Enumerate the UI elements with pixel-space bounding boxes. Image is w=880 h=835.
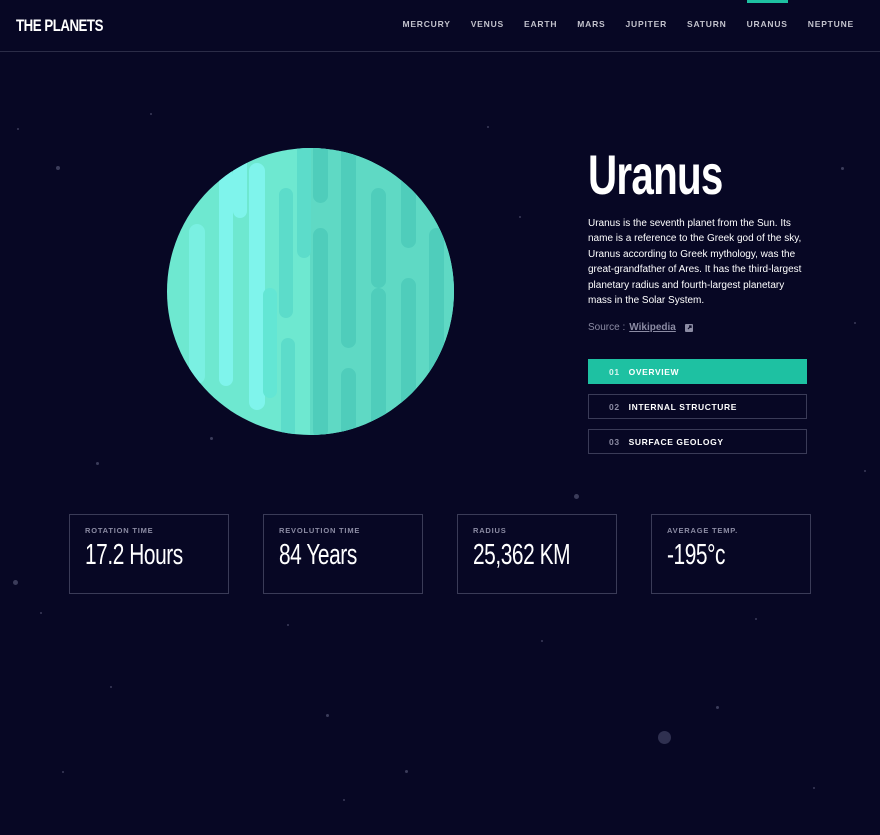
star	[210, 437, 213, 440]
star	[864, 470, 866, 472]
planet-image	[167, 148, 454, 435]
planet-description: Uranus is the seventh planet from the Su…	[588, 218, 802, 307]
nav-item-mars[interactable]: MARS	[577, 0, 605, 52]
star	[519, 216, 521, 218]
star	[487, 126, 489, 128]
nav-item-jupiter[interactable]: JUPITER	[626, 0, 668, 52]
star	[658, 731, 671, 744]
star	[13, 580, 18, 585]
header: THE PLANETS MERCURY VENUS EARTH MARS JUP…	[0, 0, 880, 52]
tab-number: 03	[609, 436, 620, 447]
tab-number: 01	[609, 366, 620, 377]
star	[343, 799, 345, 801]
star	[716, 706, 719, 709]
tab-surface-geology[interactable]: 03 SURFACE GEOLOGY	[588, 429, 807, 454]
tab-internal-structure[interactable]: 02 INTERNAL STRUCTURE	[588, 394, 807, 419]
nav-item-saturn[interactable]: SATURN	[687, 0, 727, 52]
stat-value: -195°c	[667, 539, 725, 571]
stat-revolution-time: REVOLUTION TIME 84 Years	[263, 514, 423, 594]
star	[96, 462, 99, 465]
nav-item-earth[interactable]: EARTH	[524, 0, 557, 52]
star	[841, 167, 844, 170]
stat-value: 25,362 KM	[473, 539, 571, 571]
stat-value: 84 Years	[279, 539, 357, 571]
tab-label: OVERVIEW	[628, 366, 680, 377]
wikipedia-link[interactable]: Wikipedia	[629, 322, 676, 333]
stat-average-temp: AVERAGE TEMP. -195°c	[651, 514, 811, 594]
star	[150, 113, 152, 115]
page: THE PLANETS MERCURY VENUS EARTH MARS JUP…	[0, 0, 880, 835]
source-label: Source :	[588, 322, 626, 333]
stat-rotation-time: ROTATION TIME 17.2 Hours	[69, 514, 229, 594]
planet-nav: MERCURY VENUS EARTH MARS JUPITER SATURN …	[402, 0, 854, 52]
star	[574, 494, 579, 499]
stat-label: RADIUS	[473, 526, 507, 535]
uranus-planet-icon	[167, 148, 454, 435]
stat-label: ROTATION TIME	[85, 526, 154, 535]
star	[62, 771, 64, 773]
stat-label: AVERAGE TEMP.	[667, 526, 738, 535]
stat-label: REVOLUTION TIME	[279, 526, 361, 535]
star	[541, 640, 543, 642]
star	[405, 770, 408, 773]
nav-item-uranus[interactable]: URANUS	[746, 0, 788, 52]
star	[813, 787, 815, 789]
tab-number: 02	[609, 401, 620, 412]
nav-item-venus[interactable]: VENUS	[471, 0, 504, 52]
planet-stats: ROTATION TIME 17.2 Hours REVOLUTION TIME…	[69, 514, 811, 594]
planet-tabs: 01 OVERVIEW 02 INTERNAL STRUCTURE 03 SUR…	[588, 359, 807, 464]
source-line: Source : Wikipedia	[588, 322, 693, 333]
star	[854, 322, 856, 324]
star	[326, 714, 329, 717]
star	[40, 612, 42, 614]
star	[17, 128, 19, 130]
planet-title: Uranus	[588, 143, 723, 206]
star	[110, 686, 112, 688]
star	[56, 166, 60, 170]
tab-label: SURFACE GEOLOGY	[628, 436, 724, 447]
star	[287, 624, 289, 626]
star	[755, 618, 757, 620]
site-logo[interactable]: THE PLANETS	[16, 16, 103, 36]
tab-label: INTERNAL STRUCTURE	[628, 401, 738, 412]
external-link-icon[interactable]	[684, 323, 693, 332]
stat-radius: RADIUS 25,362 KM	[457, 514, 617, 594]
stat-value: 17.2 Hours	[85, 539, 183, 571]
nav-item-mercury[interactable]: MERCURY	[402, 0, 450, 52]
nav-item-neptune[interactable]: NEPTUNE	[808, 0, 854, 52]
tab-overview[interactable]: 01 OVERVIEW	[588, 359, 807, 384]
